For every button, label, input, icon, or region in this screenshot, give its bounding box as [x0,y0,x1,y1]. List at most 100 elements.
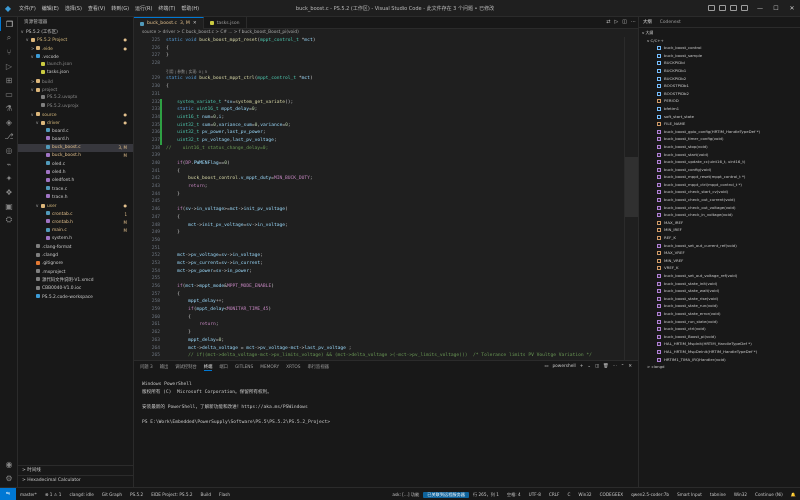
outline-item[interactable]: buck_boost_Boost_pi(void) [639,333,800,341]
outline-item[interactable]: buck_boost_config(void) [639,166,800,174]
outline-item[interactable]: FILE_NAME [639,120,800,128]
tab-codenext[interactable]: Codenext [660,20,681,25]
panel-tab-xrtos[interactable]: XRTOS [286,365,300,370]
kill-terminal-icon[interactable]: 🗑 [603,364,608,369]
outline-item[interactable]: MAX_VREF [639,249,800,257]
status-item[interactable]: clangd: idle [65,492,97,497]
toggle-panel-icon[interactable] [719,5,726,11]
file-tree-item[interactable]: buck_boost.c 3, M [18,144,133,153]
outline-item[interactable]: buck_boost_control [639,44,800,52]
status-item[interactable]: EIDE Project: PS.5.2 [147,492,196,497]
status-item[interactable]: Flash [215,492,234,497]
close-icon[interactable]: ✕ [784,0,800,17]
maximize-icon[interactable]: ☐ [768,0,784,17]
outline-group-clangd[interactable]: > clangd [639,363,800,371]
status-item[interactable]: qwen2.5-coder:7b [627,492,673,497]
menu-view[interactable]: 查看(V) [85,5,108,12]
code-lines[interactable]: static void buck_boost_mppt_reset(mppt_c… [166,37,626,360]
outline-group[interactable]: v C/C++ [639,37,800,45]
outline-item[interactable]: BOOSTPIDb1 [639,82,800,90]
panel-tab-ports[interactable]: 端口 [219,364,228,370]
menu-selection[interactable]: 选择(S) [62,5,85,12]
outline-item[interactable]: buck_boost_gpio_config(HRTIM_HandleTypeD… [639,128,800,136]
extensions-icon[interactable]: ⊞ [0,73,18,87]
docker-icon[interactable]: ⛭ [0,213,18,227]
panel-tab-gitlens[interactable]: GITLENS [235,365,253,370]
file-tree-item[interactable]: v user ● [18,202,133,210]
outline-item[interactable]: soft_start_state [639,113,800,121]
source-control-icon[interactable]: ⑂ [0,45,18,59]
status-item[interactable]: ⊗ 1 ⚠ 1 [41,492,66,497]
file-tree-item[interactable]: crontab.c 1 [18,211,133,219]
outline-item[interactable]: BOOSTPIDb2 [639,90,800,98]
minimap[interactable] [624,37,638,360]
workspace-root[interactable]: v PS.5.2 (工作区) [18,28,133,36]
serial-monitor-icon[interactable]: ⌁ [0,157,18,171]
status-item[interactable]: master* [16,492,41,497]
outline-item[interactable]: buck_boost_set_out_current_ref(void) [639,242,800,250]
panel-tab-serial-monitor[interactable]: 串行监视器 [307,364,328,370]
status-item[interactable]: C [563,492,574,497]
outline-item[interactable]: HAL_HRTIM_MspDeInit(HRTIM_HandleTypeDef … [639,348,800,356]
menu-help[interactable]: 帮助(H) [178,5,202,12]
status-item[interactable]: 行 265，列 1 [469,492,503,498]
outline-item[interactable]: buck_boost_set_out_voltage_ref(void) [639,272,800,280]
file-tree-item[interactable]: system.h [18,235,133,243]
timeline-section[interactable]: > 时间线 [18,465,134,475]
outline-item[interactable]: buck_boost_start(void) [639,151,800,159]
accounts-icon[interactable]: ◉ [0,457,18,471]
status-item[interactable]: tabnine [706,492,730,497]
more-actions-icon[interactable]: ⋯ [631,19,636,25]
status-item[interactable]: 已关联到远程服务器 [423,491,469,498]
status-item[interactable]: Git Graph [98,492,126,497]
status-item[interactable]: ask: [...] 功能 [388,492,423,498]
outline-item[interactable]: buck_boost_check_start_cv(void) [639,188,800,196]
file-tree-item[interactable]: tasks.json [18,69,133,77]
eide-icon[interactable]: ◈ [0,115,18,129]
file-tree-item[interactable]: > .eide ● [18,45,133,53]
outline-item[interactable]: buck_boost_state_init(void) [639,280,800,288]
menu-run[interactable]: 运行(R) [132,5,155,12]
panel-tab-problems[interactable]: 问题 3 [140,364,153,370]
outline-item[interactable]: HRTIM1_TIMA_IRQHandler(void) [639,356,800,364]
file-tree-item[interactable]: trace.c [18,186,133,194]
codegeex-icon[interactable]: ✦ [0,171,18,185]
outline-item[interactable]: MAX_IREF [639,219,800,227]
file-tree-item[interactable]: main.c M [18,227,133,235]
outline-item[interactable]: buck_boost_sample [639,52,800,60]
status-item[interactable]: Win32 [574,492,595,497]
file-tree-item[interactable]: trace.h [18,194,133,202]
explorer-icon[interactable]: ❐ [0,17,18,31]
file-tree-item[interactable]: board.h [18,136,133,144]
outline-item[interactable]: bfetim1 [639,105,800,113]
chevron-down-icon[interactable]: ⌄ [587,364,591,369]
panel-tab-memory[interactable]: MEMORY [260,365,279,370]
outline-item[interactable]: buck_boost_update_cc(uint16_t, uint16_t) [639,158,800,166]
terminal-output[interactable]: Windows PowerShell 版权所有 (C) Microsoft Cor… [142,381,622,426]
menu-file[interactable]: 文件(F) [16,5,39,12]
file-tree-item[interactable]: PS.5.2.code-workspace [18,294,133,302]
file-tree-item[interactable]: crontab.h M [18,219,133,227]
outline-item[interactable]: HAL_HRTIM_MspInit(HRTIM_HandleTypeDef *) [639,340,800,348]
panel-tab-terminal[interactable]: 终端 [203,364,213,371]
outline-item[interactable]: buck_boost_check_in_voltage(void) [639,211,800,219]
file-tree-item[interactable]: PS.5.2.uvprojx [18,103,133,111]
outline-item[interactable]: buck_boost_mppt_ctrl(mppt_control_t *) [639,181,800,189]
status-item[interactable]: 空格: 4 [503,492,525,498]
tab-buck-boost-c[interactable]: buck_boost.c 3, M ✕ [134,17,204,29]
outline-item[interactable]: BUCKPIDb2 [639,75,800,83]
toggle-sidebar-icon[interactable] [708,5,715,11]
outline-item[interactable]: REF_K [639,234,800,242]
menu-terminal[interactable]: 终端(T) [155,5,178,12]
menu-go[interactable]: 转到(G) [108,5,132,12]
breadcrumb[interactable]: source > driver > C buck_boost.c > C# ..… [134,29,638,37]
file-tree-item[interactable]: CBB0040-V1.0.ioc [18,285,133,293]
file-tree-item[interactable]: 源代码文件说明-V1.xmcd [18,277,133,285]
outline-item[interactable]: BUCKPIDb1 [639,67,800,75]
close-panel-icon[interactable]: ✕ [628,364,632,369]
chip-icon[interactable]: ▣ [0,199,18,213]
file-tree-item[interactable]: .mxproject [18,269,133,277]
file-tree-item[interactable]: oled.c [18,161,133,169]
file-tree-item[interactable]: v source ● [18,111,133,119]
remote-indicator-icon[interactable]: ⇋ [0,487,16,500]
